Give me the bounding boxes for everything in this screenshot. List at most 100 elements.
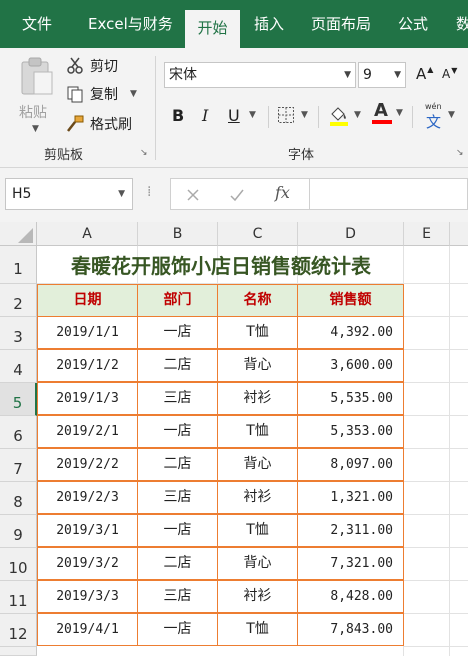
cancel-icon[interactable] — [185, 187, 201, 203]
item-name-cell[interactable]: 背心 — [217, 349, 298, 382]
date-cell[interactable]: 2019/3/2 — [37, 547, 138, 580]
font-launcher-icon[interactable]: ↘ — [456, 148, 464, 158]
row-header[interactable]: 12 — [0, 614, 37, 647]
row-header-selected[interactable]: 5 — [0, 383, 37, 416]
dept-cell[interactable]: 一店 — [137, 415, 218, 448]
row-header[interactable]: 8 — [0, 482, 37, 515]
tab-home[interactable]: 开始 — [185, 10, 240, 48]
item-name-cell[interactable]: 衬衫 — [217, 481, 298, 514]
item-name-cell[interactable]: T恤 — [217, 316, 298, 349]
formula-input[interactable] — [310, 178, 468, 210]
item-name-cell[interactable]: 背心 — [217, 547, 298, 580]
dept-cell[interactable]: 三店 — [137, 580, 218, 613]
sales-cell[interactable]: 5,353.00 — [297, 415, 404, 448]
font-size-select[interactable]: 9 ▼ — [358, 62, 406, 88]
date-cell[interactable]: 2019/2/2 — [37, 448, 138, 481]
item-name-cell[interactable]: 衬衫 — [217, 382, 298, 415]
tab-page-layout[interactable]: 页面布局 — [311, 0, 371, 48]
row-header[interactable]: 4 — [0, 350, 37, 383]
item-name-cell[interactable]: 背心 — [217, 448, 298, 481]
dept-cell[interactable]: 二店 — [137, 448, 218, 481]
sales-cell[interactable]: 2,311.00 — [297, 514, 404, 547]
dept-cell[interactable]: 三店 — [137, 481, 218, 514]
grow-font-button[interactable]: A ▲ — [416, 65, 433, 84]
dept-cell[interactable]: 三店 — [137, 382, 218, 415]
date-cell[interactable]: 2019/2/3 — [37, 481, 138, 514]
paste-button[interactable]: 粘贴 ▼ — [14, 56, 58, 148]
font-color-swatch — [372, 120, 392, 124]
phonetic-button[interactable]: wén 文 ▼ — [424, 102, 455, 131]
font-color-button[interactable]: A ▼ — [372, 100, 403, 126]
header-cell-date[interactable]: 日期 — [37, 284, 138, 317]
sales-cell[interactable]: 7,843.00 — [297, 613, 404, 646]
row-header[interactable]: 7 — [0, 449, 37, 482]
row-header[interactable]: 10 — [0, 548, 37, 581]
cut-button[interactable]: 剪切 — [66, 56, 118, 76]
row-header[interactable]: 2 — [0, 284, 37, 317]
tab-excel-finance[interactable]: Excel与财务 — [88, 0, 173, 48]
row-header[interactable]: 3 — [0, 317, 37, 350]
date-cell[interactable]: 2019/1/2 — [37, 349, 138, 382]
column-header-c[interactable]: C — [218, 222, 298, 246]
date-cell[interactable]: 2019/4/1 — [37, 613, 138, 646]
tab-data[interactable]: 数 — [456, 0, 468, 48]
sales-cell[interactable]: 1,321.00 — [297, 481, 404, 514]
header-cell-name[interactable]: 名称 — [217, 284, 298, 317]
font-name-select[interactable]: 宋体 ▼ — [164, 62, 356, 88]
row-header[interactable]: 6 — [0, 416, 37, 449]
dept-cell[interactable]: 二店 — [137, 547, 218, 580]
dept-cell[interactable]: 一店 — [137, 316, 218, 349]
date-cell[interactable]: 2019/3/1 — [37, 514, 138, 547]
format-painter-button[interactable]: 格式刷 — [66, 114, 132, 134]
sales-cell[interactable]: 8,097.00 — [297, 448, 404, 481]
dept-cell[interactable]: 二店 — [137, 349, 218, 382]
header-cell-dept[interactable]: 部门 — [137, 284, 218, 317]
item-name-cell[interactable]: 衬衫 — [217, 580, 298, 613]
underline-button[interactable]: U — [228, 106, 240, 125]
tab-insert[interactable]: 插入 — [254, 0, 284, 48]
header-cell-sales[interactable]: 销售额 — [297, 284, 404, 317]
column-header-e[interactable]: E — [404, 222, 450, 246]
date-cell[interactable]: 2019/1/1 — [37, 316, 138, 349]
italic-button[interactable]: I — [202, 106, 208, 125]
underline-dropdown[interactable]: ▼ — [249, 110, 256, 120]
item-name-cell[interactable]: T恤 — [217, 514, 298, 547]
dept-cell[interactable]: 一店 — [137, 613, 218, 646]
name-box[interactable]: H5 ▼ — [5, 178, 133, 210]
paste-dropdown-icon[interactable]: ▼ — [32, 124, 39, 134]
copy-dropdown-icon[interactable]: ▼ — [130, 89, 137, 99]
font-group-label: 字体 — [288, 148, 315, 163]
row-header[interactable] — [0, 647, 37, 656]
column-header-a[interactable]: A — [37, 222, 138, 246]
enter-icon[interactable] — [229, 187, 245, 203]
sheet-title[interactable]: 春暖花开服饰小店日销售额统计表 — [38, 247, 404, 283]
row-header[interactable]: 9 — [0, 515, 37, 548]
dept-cell[interactable]: 一店 — [137, 514, 218, 547]
tab-file[interactable]: 文件 — [22, 0, 52, 48]
row-header[interactable]: 11 — [0, 581, 37, 614]
sales-cell[interactable]: 5,535.00 — [297, 382, 404, 415]
bold-button[interactable]: B — [172, 106, 184, 125]
date-cell[interactable]: 2019/1/3 — [37, 382, 138, 415]
borders-button[interactable]: ▼ — [277, 106, 308, 124]
insert-function-button[interactable]: fx — [275, 183, 290, 202]
column-header-d[interactable]: D — [298, 222, 404, 246]
tab-formulas[interactable]: 公式 — [398, 0, 428, 48]
sales-cell[interactable]: 8,428.00 — [297, 580, 404, 613]
sales-cell[interactable]: 4,392.00 — [297, 316, 404, 349]
row-header[interactable]: 1 — [0, 246, 37, 284]
select-all-button[interactable] — [0, 222, 37, 246]
copy-button[interactable]: 复制 ▼ — [66, 84, 137, 104]
sales-cell[interactable]: 3,600.00 — [297, 349, 404, 382]
fill-color-button[interactable]: ▼ — [328, 104, 361, 126]
shrink-font-button[interactable]: A ▼ — [442, 66, 457, 82]
date-cell[interactable]: 2019/2/1 — [37, 415, 138, 448]
item-name-cell[interactable]: T恤 — [217, 415, 298, 448]
chevron-down-icon: ▼ — [394, 70, 401, 80]
column-header-f[interactable] — [450, 222, 468, 246]
sales-cell[interactable]: 7,321.00 — [297, 547, 404, 580]
clipboard-launcher-icon[interactable]: ↘ — [140, 148, 148, 158]
date-cell[interactable]: 2019/3/3 — [37, 580, 138, 613]
column-header-b[interactable]: B — [138, 222, 218, 246]
item-name-cell[interactable]: T恤 — [217, 613, 298, 646]
